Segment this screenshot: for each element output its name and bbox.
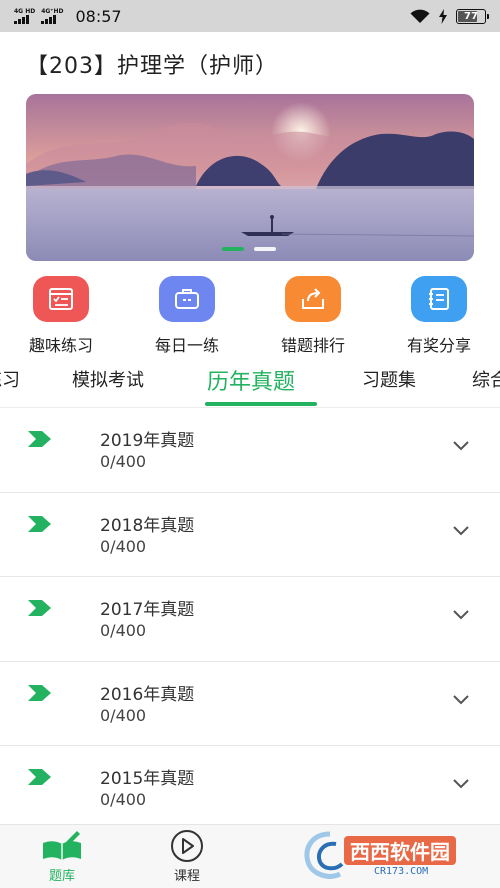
course-title[interactable]: 【203】护理学（护师） [26,48,278,80]
list-item[interactable]: 2016年真题 0/400 [0,662,500,746]
banner-landscape-image [26,94,474,261]
signal-bars-icon [41,15,57,24]
chevron-down-icon[interactable] [452,525,470,537]
signal-2: 4G⁺HD [41,8,63,24]
banner-carousel[interactable] [26,94,474,261]
green-arrow-icon [28,515,51,532]
signal-1: 4G HD [14,8,35,24]
quick-action-label: 趣味练习 [28,336,93,355]
quick-action-label: 每日一练 [154,336,219,355]
notebook-icon [411,276,467,322]
play-circle-icon [171,830,203,862]
quick-action-label: 有奖分享 [406,336,471,355]
chevron-down-icon[interactable] [452,609,470,621]
exam-title: 2019年真题 [100,431,195,451]
carousel-indicator [222,247,276,251]
nav-question-bank[interactable]: 题库 [27,829,97,884]
carousel-dot[interactable] [254,247,276,251]
watermark-url: CR173.COM [374,866,429,877]
exam-title: 2018年真题 [100,515,195,536]
list-item[interactable]: 2015年真题 0/400 [0,746,500,831]
share-box-icon [285,276,341,322]
exam-title: 2015年真题 [100,769,195,789]
battery-icon: 77 [456,8,489,24]
watermark-logo: 西西软件园 CR173.COM [300,828,500,886]
quick-action-daily-practice[interactable]: 每日一练 [132,276,242,356]
exam-tabs: 练习 模拟考试 历年真题 习题集 综合 [0,362,500,408]
exam-progress: 0/400 [100,705,147,725]
status-right: 77 [410,8,489,24]
tab-practice[interactable]: 练习 [0,366,20,392]
active-tab-underline [205,402,317,406]
tab-past-exams[interactable]: 历年真题 [207,364,295,396]
quick-action-wrong-ranking[interactable]: 错题排行 [258,276,368,356]
charging-bolt-icon [439,8,447,24]
signal-1-label: 4G HD [14,8,36,15]
green-arrow-icon [28,431,51,447]
watermark-text: 西西软件园 [344,836,456,865]
list-item[interactable]: 2018年真题 0/400 [0,493,500,577]
quick-action-reward-share[interactable]: 有奖分享 [384,276,494,356]
signal-bars-icon [14,15,29,24]
nav-label: 课程 [173,869,200,884]
book-pen-icon [43,831,81,860]
exam-progress: 0/400 [100,452,147,471]
chevron-down-icon[interactable] [452,694,470,706]
green-arrow-icon [28,600,51,616]
checklist-icon [33,276,89,322]
green-arrow-icon [28,684,51,701]
carousel-dot-active[interactable] [222,247,244,251]
tab-comprehensive[interactable]: 综合 [472,366,500,392]
exam-title: 2017年真题 [100,600,195,620]
quick-action-fun-practice[interactable]: 趣味练习 [6,276,116,356]
wifi-icon [410,9,430,23]
exam-progress: 0/400 [100,790,147,809]
chevron-down-icon[interactable] [452,778,470,790]
tab-exercise-sets[interactable]: 习题集 [362,366,416,392]
status-time: 08:57 [75,6,122,26]
nav-courses[interactable]: 课程 [152,829,222,884]
chevron-down-icon[interactable] [452,440,470,452]
list-item[interactable]: 2017年真题 0/400 [0,577,500,662]
tab-mock-exam[interactable]: 模拟考试 [72,366,144,392]
list-item[interactable]: 2019年真题 0/400 [0,408,500,493]
status-bar: 4G HD 4G⁺HD 08:57 77 [0,0,500,32]
quick-actions: 趣味练习 每日一练 错题排行 有奖分享 [0,276,500,356]
exam-progress: 0/400 [100,536,147,556]
signal-2-label: 4G⁺HD [41,8,64,15]
green-arrow-icon [28,769,51,785]
exam-title: 2016年真题 [100,684,195,705]
battery-level: 77 [464,10,478,22]
briefcase-icon [159,276,215,322]
past-exam-list: 2019年真题 0/400 2018年真题 0/400 2017年真题 0/40… [0,408,500,831]
nav-label: 题库 [48,869,75,884]
quick-action-label: 错题排行 [280,336,345,355]
exam-progress: 0/400 [100,621,147,640]
